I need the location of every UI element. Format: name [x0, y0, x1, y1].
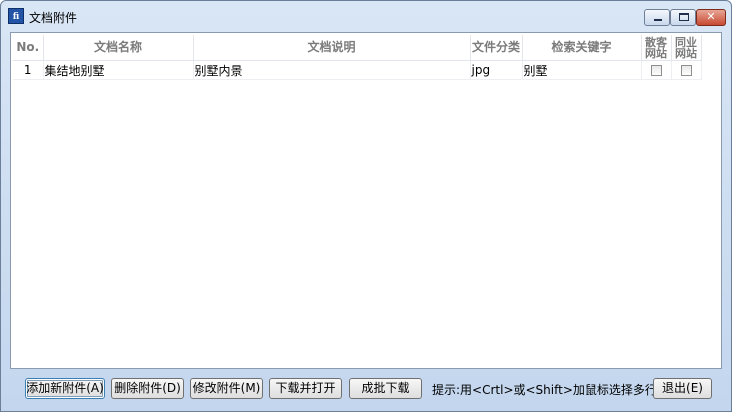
title-bar[interactable]: fi 文档附件 ✕: [1, 1, 731, 31]
table-row[interactable]: 1 集结地别墅 别墅内景 jpg 别墅: [13, 60, 702, 80]
close-button[interactable]: ✕: [696, 9, 726, 26]
close-icon: ✕: [706, 10, 716, 23]
maximize-icon: [679, 13, 689, 21]
header-keywords[interactable]: 检索关键字: [522, 35, 642, 61]
minimize-button[interactable]: [644, 9, 670, 26]
batch-download-button[interactable]: 成批下载: [349, 378, 422, 399]
header-no[interactable]: No.: [13, 35, 44, 61]
attachments-table: No. 文档名称 文档说明 文件分类 检索关键字 散客 网站 同业 网站 1 集结地…: [13, 35, 702, 80]
download-open-button[interactable]: 下载并打开: [269, 378, 342, 399]
header-name[interactable]: 文档名称: [43, 35, 194, 61]
attachments-window: fi 文档附件 ✕ No. 文档名称 文档说明 文件分类 检索关键字 散客 网站 …: [0, 0, 732, 412]
header-description[interactable]: 文档说明: [193, 35, 471, 61]
retail-site-checkbox[interactable]: [650, 65, 662, 76]
cell-description: 别墅内景: [193, 60, 471, 80]
cell-no: 1: [13, 60, 44, 80]
cell-name: 集结地别墅: [43, 60, 194, 80]
trade-site-checkbox[interactable]: [680, 65, 692, 76]
app-icon: fi: [8, 8, 24, 24]
header-row: No. 文档名称 文档说明 文件分类 检索关键字 散客 网站 同业 网站: [13, 35, 702, 61]
cell-trade-site: [671, 60, 702, 80]
hint-text: 提示:用<Crtl>或<Shift>加鼠标选择多行: [432, 383, 657, 397]
cell-keywords: 别墅: [522, 60, 642, 80]
delete-attachment-button[interactable]: 删除附件(D): [111, 378, 184, 399]
cell-retail-site: [641, 60, 672, 80]
header-file-type[interactable]: 文件分类: [470, 35, 523, 61]
exit-button[interactable]: 退出(E): [653, 378, 712, 399]
modify-attachment-button[interactable]: 修改附件(M): [190, 378, 263, 399]
maximize-button[interactable]: [670, 9, 696, 26]
header-retail-site[interactable]: 散客 网站: [641, 35, 672, 61]
attachments-grid[interactable]: No. 文档名称 文档说明 文件分类 检索关键字 散客 网站 同业 网站 1 集结地…: [10, 32, 722, 369]
minimize-icon: [654, 19, 662, 21]
add-attachment-button[interactable]: 添加新附件(A): [25, 378, 105, 399]
cell-file-type: jpg: [470, 60, 523, 80]
window-title: 文档附件: [29, 11, 78, 25]
header-trade-site[interactable]: 同业 网站: [671, 35, 702, 61]
